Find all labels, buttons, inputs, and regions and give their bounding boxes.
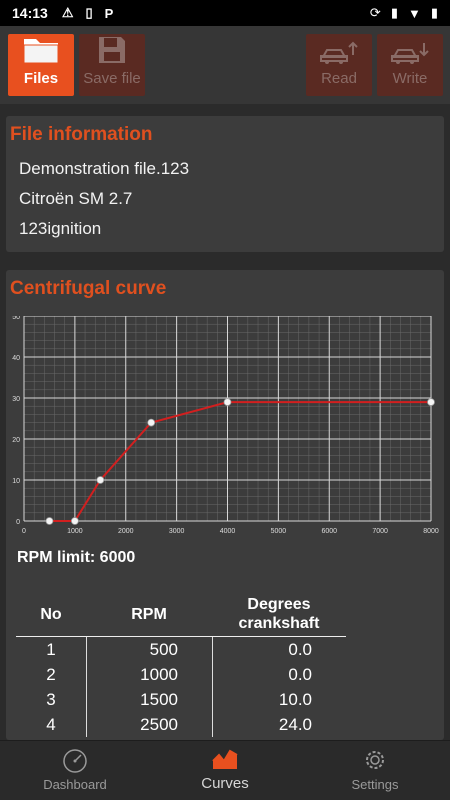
warning-icon: ⚠ [61,5,74,20]
y-tick-label: 0 [16,519,20,526]
curve-title: Centrifugal curve [10,278,167,299]
header-rpm: RPM [131,605,167,623]
y-tick-label: 10 [12,478,20,485]
nav-settings-label: Settings [351,777,399,792]
y-tick-label: 50 [12,316,20,321]
cell-rpm: 2500 [86,712,212,737]
table-row[interactable]: 3 1500 10.0 [16,687,346,712]
x-tick-label: 0 [22,528,26,535]
file-info-card: File information Demonstration file.123 … [6,116,444,252]
nav-curves[interactable]: Curves [150,741,300,800]
cell-no: 1 [46,639,56,659]
bottom-nav: Dashboard Curves Settings [0,740,450,800]
parking-icon: P [104,5,114,21]
files-button[interactable]: Files [8,34,74,96]
x-tick-label: 5000 [271,528,287,535]
cell-rpm: 1000 [86,662,212,687]
sync-icon: ⟳ [369,5,381,20]
rpm-limit: RPM limit: 6000 [17,549,136,566]
save-file-label: Save file [83,70,141,87]
x-tick-label: 3000 [169,528,185,535]
curve-point [45,517,54,525]
curves-icon [212,749,238,769]
table-row[interactable]: 1 500 0.0 [16,637,346,662]
table-header: No RPM Degrees crankshaft [16,592,346,637]
y-tick-label: 20 [12,437,20,444]
curve-point [223,398,232,406]
cell-degrees: 0.0 [212,637,346,662]
save-icon [99,37,125,63]
curve-point [96,476,105,484]
cell-rpm: 1500 [86,687,212,712]
cell-no: 3 [46,689,56,709]
nav-dashboard-label: Dashboard [43,777,107,792]
table-row[interactable]: 2 1000 0.0 [16,662,346,687]
file-name: Demonstration file.123 [19,159,190,178]
gauge-icon [63,749,87,773]
curve-point [70,517,79,525]
folder-icon [23,39,59,64]
nav-curves-label: Curves [201,775,249,792]
chart-svg: 0 1000 2000 3000 4000 5000 6000 7000 8000 0 10 20 30… [12,314,439,535]
x-tick-label: 7000 [372,528,388,535]
cell-rpm: 500 [86,637,212,662]
car-read-icon [320,41,358,64]
x-tick-label: 6000 [321,528,337,535]
vibrate-icon: ▮ [390,5,398,20]
device-name: 123ignition [19,219,102,238]
status-time: 14:13 [12,5,48,21]
curve-point [147,418,156,427]
wifi-icon: ▼ [407,5,421,21]
cell-no: 2 [46,664,56,684]
file-info-title: File information [10,124,153,145]
table-row[interactable]: 4 2500 24.0 [16,712,346,737]
x-tick-label: 1000 [67,528,83,535]
curve-point [427,398,435,406]
sim-icon: ▯ [85,5,93,20]
x-tick-label: 8000 [423,528,439,535]
nav-dashboard[interactable]: Dashboard [0,741,150,800]
header-degrees-line1: Degrees [247,596,311,613]
cell-degrees: 24.0 [212,712,346,737]
x-tick-label: 4000 [220,528,236,535]
write-label: Write [392,70,428,87]
battery-icon: ▮ [430,5,438,20]
save-file-button[interactable]: Save file [79,34,145,96]
gear-icon [366,751,384,769]
header-degrees: Degrees crankshaft [212,592,346,636]
read-label: Read [321,70,357,87]
cell-degrees: 0.0 [212,662,346,687]
toolbar: Files Save file Read Write [0,26,450,104]
vehicle-name: Citroën SM 2.7 [19,189,133,208]
status-bar: 14:13 ⚠ ▯ P ⟳ ▮ ▼ ▮ [0,0,450,26]
write-button[interactable]: Write [377,34,443,96]
header-no: No [40,605,62,623]
y-tick-label: 30 [12,396,20,403]
cell-no: 4 [46,714,56,734]
car-write-icon [391,43,429,64]
curve-table: No RPM Degrees crankshaft 1 500 0.0 2 10… [16,592,346,737]
nav-settings[interactable]: Settings [300,741,450,800]
centrifugal-chart[interactable]: 0 1000 2000 3000 4000 5000 6000 7000 8000 0 10 20 30… [4,314,442,540]
cell-degrees: 10.0 [212,687,346,712]
x-tick-label: 2000 [118,528,134,535]
read-button[interactable]: Read [306,34,372,96]
y-tick-label: 40 [12,355,20,362]
files-label: Files [23,70,59,87]
header-degrees-line2: crankshaft [238,615,320,632]
